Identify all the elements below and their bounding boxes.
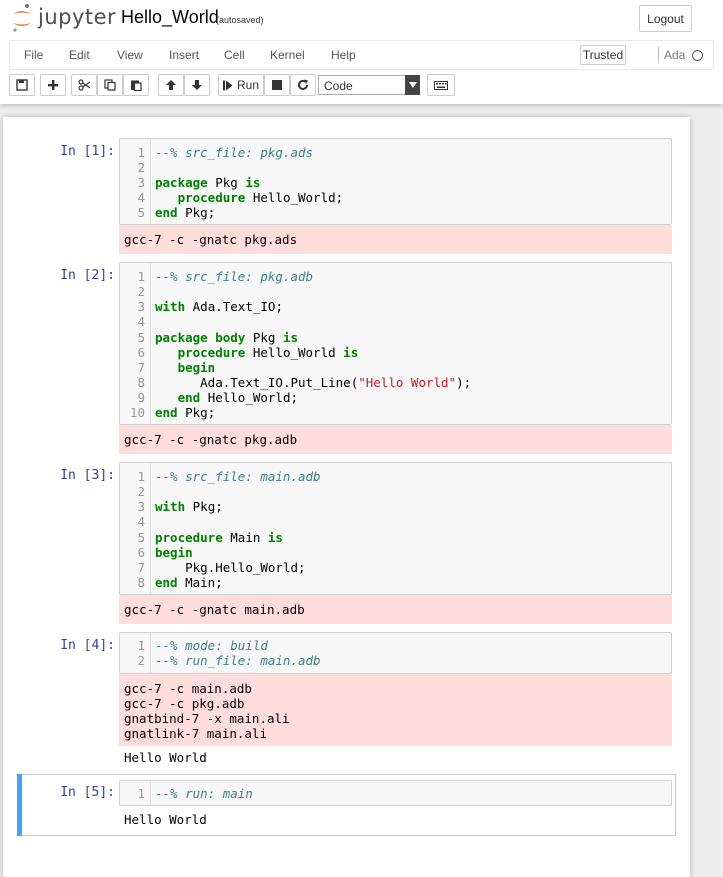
code-line: end Main; xyxy=(155,575,223,590)
header: jupyter Hello_World (autosaved) Logout F… xyxy=(0,0,723,104)
code-editor[interactable]: 1 --% src_file: pkg.adb 2 3 with Ada.Text_… xyxy=(119,262,672,425)
code-line: --% src_file: main.adb xyxy=(155,469,321,484)
code-line: Ada.Text_IO.Put_Line("Hello World"); xyxy=(200,375,472,390)
code-line: procedure Hello_World; xyxy=(177,190,344,205)
input-prompt: In [5]: xyxy=(60,785,115,800)
notebook-title[interactable]: Hello_World xyxy=(121,7,219,28)
copy-icon xyxy=(104,79,116,91)
code-line: --% src_file: pkg.adb xyxy=(155,269,314,284)
notebook-container: In [1]: 1 --% src_file: pkg.ads 2 3 packag… xyxy=(3,117,690,877)
stdout-output: Hello World xyxy=(124,750,207,765)
input-prompt: In [3]: xyxy=(60,468,115,483)
input-prompt: In [2]: xyxy=(60,268,115,283)
selection-indicator xyxy=(17,774,22,836)
arrow-down-icon xyxy=(192,80,202,90)
code-line: --% run_file: main.adb xyxy=(155,653,321,668)
stderr-output: gcc-7 -c -gnatc pkg.ads xyxy=(119,225,672,254)
move-cell-down-button[interactable] xyxy=(184,74,210,96)
insert-cell-button[interactable] xyxy=(40,74,66,96)
autosave-status: (autosaved) xyxy=(216,15,264,25)
interrupt-kernel-button[interactable] xyxy=(264,74,290,96)
save-icon xyxy=(16,79,28,91)
code-line: begin xyxy=(177,360,216,375)
kernel-idle-indicator-icon xyxy=(692,50,703,61)
code-line: begin xyxy=(155,545,193,560)
code-editor[interactable]: 1 --% src_file: pkg.ads 2 3 package Pkg is… xyxy=(119,138,672,225)
arrow-up-icon xyxy=(166,80,176,90)
logo-text: jupyter xyxy=(38,5,117,29)
menu-edit[interactable]: Edit xyxy=(69,48,90,62)
stderr-output: gcc-7 -c -gnatc pkg.adb xyxy=(119,425,672,454)
jupyter-logo-icon xyxy=(13,4,31,32)
copy-cell-button[interactable] xyxy=(97,74,123,96)
keyboard-icon xyxy=(434,80,448,90)
trusted-indicator[interactable]: Trusted xyxy=(580,45,626,65)
step-forward-icon xyxy=(222,80,233,90)
kernel-separator xyxy=(658,47,659,63)
restart-icon xyxy=(298,79,308,90)
code-line: with Ada.Text_IO; xyxy=(155,299,283,314)
chevron-down-icon xyxy=(405,75,420,95)
code-line: end Pkg; xyxy=(155,405,216,420)
input-prompt: In [4]: xyxy=(60,638,115,653)
paste-cell-button[interactable] xyxy=(123,74,149,96)
code-line: end Pkg; xyxy=(155,205,216,220)
kernel-name: Ada xyxy=(664,48,686,62)
code-cell[interactable]: In [3]: 1 --% src_file: main.adb 2 3 with … xyxy=(17,457,676,624)
code-line: with Pkg; xyxy=(155,499,223,514)
code-editor[interactable]: 1 --% run: main xyxy=(119,780,672,806)
cell-type-select[interactable]: Code xyxy=(318,75,420,95)
paste-icon xyxy=(131,80,142,91)
command-palette-button[interactable] xyxy=(427,74,455,96)
code-cell[interactable]: In [4]: 1 --% mode: build 2 --% run_file: … xyxy=(17,627,676,769)
menu-file[interactable]: File xyxy=(24,48,43,62)
code-cell-selected[interactable]: In [5]: 1 --% run: main Hello World xyxy=(17,774,676,836)
code-cell[interactable]: In [2]: 1 --% src_file: pkg.adb 2 3 with A… xyxy=(17,257,676,454)
code-line: --% src_file: pkg.ads xyxy=(155,145,314,160)
stop-icon xyxy=(272,80,282,90)
code-line: procedure Hello_World is xyxy=(177,345,359,360)
plus-icon xyxy=(48,80,58,90)
code-line: package body Pkg is xyxy=(155,330,299,345)
menubar: File Edit View Insert Cell Kernel Help T… xyxy=(9,40,714,70)
code-line: end Hello_World; xyxy=(177,390,299,405)
code-line: package Pkg is xyxy=(155,175,261,190)
menu-cell[interactable]: Cell xyxy=(224,48,245,62)
jupyter-logo[interactable]: jupyter xyxy=(12,3,116,33)
stderr-output: gcc-7 -c -gnatc main.adb xyxy=(119,595,672,624)
input-prompt: In [1]: xyxy=(60,144,115,159)
code-line: Pkg.Hello_World; xyxy=(185,560,306,575)
code-line: --% run: main xyxy=(155,786,253,801)
menu-insert[interactable]: Insert xyxy=(169,48,199,62)
menu-view[interactable]: View xyxy=(117,48,143,62)
code-line: --% mode: build xyxy=(155,638,268,653)
stderr-output: gcc-7 -c main.adb gcc-7 -c pkg.adb gnatb… xyxy=(119,674,672,746)
cell-type-value: Code xyxy=(324,79,353,93)
run-label: Run xyxy=(236,78,259,92)
logout-button[interactable]: Logout xyxy=(639,5,692,32)
move-cell-up-button[interactable] xyxy=(158,74,184,96)
run-button[interactable]: Run xyxy=(218,74,264,96)
scissors-icon xyxy=(77,79,90,91)
restart-kernel-button[interactable] xyxy=(290,74,316,96)
code-line: procedure Main is xyxy=(155,530,283,545)
menu-kernel[interactable]: Kernel xyxy=(270,48,305,62)
menu-help[interactable]: Help xyxy=(331,48,356,62)
stdout-output: Hello World xyxy=(124,812,207,827)
save-button[interactable] xyxy=(9,74,35,96)
cut-cell-button[interactable] xyxy=(71,74,97,96)
code-editor[interactable]: 1 --% src_file: main.adb 2 3 with Pkg; 4 5… xyxy=(119,462,672,595)
code-editor[interactable]: 1 --% mode: build 2 --% run_file: main.adb xyxy=(119,632,672,674)
code-cell[interactable]: In [1]: 1 --% src_file: pkg.ads 2 3 packag… xyxy=(17,133,676,254)
